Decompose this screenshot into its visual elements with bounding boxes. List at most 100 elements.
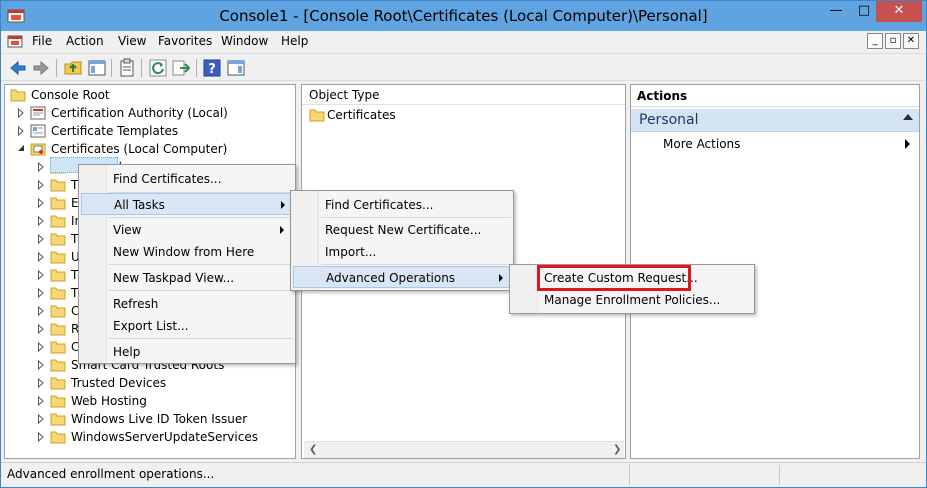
tree-node-label: Certificate Templates: [51, 124, 179, 138]
system-menu-icon[interactable]: [7, 34, 23, 50]
menu-item-advanced-operations[interactable]: Advanced Operations: [293, 266, 511, 288]
window-title: Console1 - [Console Root\Certificates (L…: [219, 7, 708, 25]
refresh-icon[interactable]: [148, 58, 168, 78]
collapsed-arrow-icon[interactable]: [17, 126, 25, 136]
list-item[interactable]: Certificates: [307, 106, 607, 124]
collapsed-arrow-icon[interactable]: [37, 324, 45, 334]
up-folder-icon[interactable]: [63, 58, 83, 78]
help-icon[interactable]: ?: [202, 58, 222, 78]
close-button[interactable]: ✕: [876, 1, 922, 22]
collapsed-arrow-icon[interactable]: [37, 162, 45, 172]
mmc-window: Console1 - [Console Root\Certificates (L…: [0, 0, 927, 488]
maximize-button[interactable]: □: [851, 1, 877, 22]
collapsed-arrow-icon[interactable]: [37, 198, 45, 208]
tree-node[interactable]: Certificates (Local Computer): [5, 140, 295, 158]
menu-bar: File Action View Favorites Window Help _…: [1, 31, 926, 53]
toolbar-separator: [111, 59, 112, 77]
menu-separator: [321, 264, 511, 265]
menu-item-view[interactable]: View: [81, 219, 293, 241]
collapsed-arrow-icon[interactable]: [37, 180, 45, 190]
status-bar: Advanced enrollment operations...: [1, 462, 926, 487]
horizontal-scrollbar[interactable]: ❮ ❯: [304, 441, 624, 458]
mdi-minimize-button[interactable]: _: [867, 33, 883, 49]
expanded-arrow-icon[interactable]: [17, 144, 25, 154]
certificate-templates-icon: [30, 124, 46, 138]
scroll-right-icon[interactable]: ❯: [613, 444, 621, 455]
collapsed-arrow-icon[interactable]: [37, 252, 45, 262]
tree-node[interactable]: Windows Live ID Token Issuer: [5, 410, 295, 428]
collapsed-arrow-icon[interactable]: [37, 234, 45, 244]
menu-item-refresh[interactable]: Refresh: [81, 293, 293, 315]
mdi-restore-button[interactable]: ▫: [885, 33, 901, 49]
show-hide-console-tree-icon[interactable]: [87, 58, 107, 78]
tree-node[interactable]: Certification Authority (Local): [5, 104, 295, 122]
menu-item-label: New Window from Here: [113, 245, 255, 259]
title-bar[interactable]: Console1 - [Console Root\Certificates (L…: [1, 1, 926, 31]
menu-item-new-taskpad-view[interactable]: New Taskpad View...: [81, 267, 293, 289]
menu-separator: [109, 290, 293, 291]
submenu-arrow-icon: [280, 226, 284, 234]
menu-item-help[interactable]: Help: [81, 341, 293, 363]
menu-separator: [109, 338, 293, 339]
menu-item-all-tasks[interactable]: All Tasks: [81, 193, 293, 215]
tree-node-label: WindowsServerUpdateServices: [71, 430, 258, 444]
collapsed-arrow-icon[interactable]: [37, 378, 45, 388]
collapsed-arrow-icon[interactable]: [37, 216, 45, 226]
submenu-arrow-icon: [281, 201, 285, 209]
forward-arrow-icon[interactable]: [31, 58, 51, 78]
collapsed-arrow-icon[interactable]: [37, 270, 45, 280]
context-menu: Find Certificates... All Tasks View New …: [78, 164, 296, 364]
tree-node[interactable]: Trusted Devices: [5, 374, 295, 392]
menu-item-label: Refresh: [113, 297, 159, 311]
tree-node[interactable]: Certificate Templates: [5, 122, 295, 140]
minimize-button[interactable]: —: [823, 1, 849, 22]
menu-favorites[interactable]: Favorites: [158, 34, 212, 48]
scroll-left-icon[interactable]: ❮: [309, 444, 317, 455]
export-list-icon[interactable]: [171, 58, 191, 78]
collapsed-arrow-icon[interactable]: [37, 432, 45, 442]
collapsed-arrow-icon[interactable]: [37, 414, 45, 424]
tree-node[interactable]: WindowsServerUpdateServices: [5, 428, 295, 446]
collapsed-arrow-icon[interactable]: [37, 342, 45, 352]
menu-item-manage-enrollment-policies[interactable]: Manage Enrollment Policies...: [512, 289, 752, 311]
show-hide-action-pane-icon[interactable]: [226, 58, 246, 78]
collapsed-arrow-icon[interactable]: [37, 288, 45, 298]
list-item-label: Certificates: [327, 108, 396, 122]
column-object-type: Object Type: [309, 88, 380, 102]
collapsed-arrow-icon[interactable]: [37, 306, 45, 316]
menu-item-find-certificates[interactable]: Find Certificates...: [81, 168, 293, 190]
menu-item-label: Advanced Operations: [326, 271, 456, 285]
actions-section-personal[interactable]: Personal: [631, 109, 919, 132]
menu-item-label: Export List...: [113, 319, 189, 333]
collapsed-arrow-icon[interactable]: [37, 360, 45, 370]
tree-node[interactable]: Console Root: [5, 86, 295, 104]
collapsed-arrow-icon[interactable]: [37, 396, 45, 406]
menu-item-export-list[interactable]: Export List...: [81, 315, 293, 337]
folder-icon: [309, 109, 325, 122]
back-arrow-icon[interactable]: [8, 58, 28, 78]
menu-separator: [109, 264, 293, 265]
tree-node[interactable]: Web Hosting: [5, 392, 295, 410]
folder-icon: [50, 305, 66, 318]
menu-item-request-new-certificate[interactable]: Request New Certificate...: [293, 219, 511, 241]
menu-item-new-window[interactable]: New Window from Here: [81, 241, 293, 263]
menu-help[interactable]: Help: [281, 34, 308, 48]
list-column-header[interactable]: Object Type: [302, 85, 625, 105]
tree-node-label: Certificates (Local Computer): [51, 142, 228, 156]
menu-action[interactable]: Action: [66, 34, 104, 48]
properties-icon[interactable]: [117, 58, 137, 78]
status-text: Advanced enrollment operations...: [7, 467, 215, 481]
menu-view[interactable]: View: [118, 34, 146, 48]
collapsed-arrow-icon[interactable]: [17, 108, 25, 118]
menu-item-find-certificates[interactable]: Find Certificates...: [293, 194, 511, 216]
menu-item-label: All Tasks: [114, 198, 165, 212]
toolbar-separator: [141, 59, 142, 77]
mdi-close-button[interactable]: ✕: [903, 33, 919, 49]
more-actions-link[interactable]: More Actions: [663, 137, 740, 151]
folder-icon: [50, 179, 66, 192]
menu-item-import[interactable]: Import...: [293, 241, 511, 263]
certificates-store-icon: [30, 143, 46, 156]
menu-window[interactable]: Window: [221, 34, 268, 48]
menu-file[interactable]: File: [32, 34, 52, 48]
collapse-caret-icon[interactable]: [903, 114, 913, 120]
